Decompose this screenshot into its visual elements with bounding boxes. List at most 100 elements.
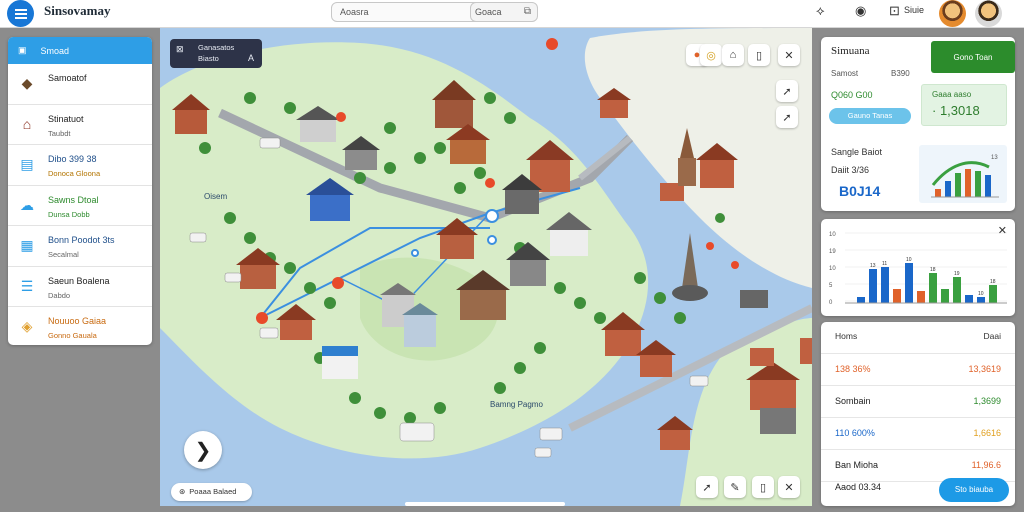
- header-label: Siuie: [904, 5, 925, 15]
- bar-chart: 10 19 10 5 0 13 11 10 18 19 10 18: [829, 232, 1007, 306]
- table-row[interactable]: Sombain 1,3699: [821, 386, 1015, 418]
- sidebar-item[interactable]: ☰ Saeun Boalena Dabdo: [8, 267, 152, 307]
- sidebar-item[interactable]: ▤ Dibo 399 38 Donoca Gloona: [8, 145, 152, 186]
- table-row-value: 11,96.6: [971, 460, 1001, 470]
- table-footer-label: Aaod 03.34: [835, 482, 882, 492]
- highlight-value: · 1,3018: [932, 103, 980, 118]
- layers-icon: ◈: [21, 318, 33, 334]
- bar-label: 18: [930, 267, 936, 273]
- table-row[interactable]: 110 600% 1,6616: [821, 418, 1015, 450]
- navigate-icon-2[interactable]: ➚: [776, 106, 798, 128]
- close-icon-bottom[interactable]: ✕: [778, 476, 800, 498]
- play-button[interactable]: ❯: [184, 431, 222, 469]
- sidebar-item-sublabel: Dabdo: [48, 290, 71, 300]
- sidebar-item[interactable]: ☁ Sawns Dtoal Dunsa Dobb: [8, 186, 152, 226]
- bar-chart-panel: 10 19 10 5 0 13 11 10 18 19 10 18 ✕: [821, 219, 1015, 316]
- hamburger-icon: [14, 12, 27, 15]
- map-scrollbar[interactable]: [405, 502, 565, 506]
- table-row-value: 1,3699: [973, 396, 1001, 406]
- close-icon[interactable]: ✕: [778, 44, 800, 66]
- location-card-badge: A: [247, 53, 254, 63]
- bar: [869, 269, 877, 303]
- sidebar-header-label: Smoad: [40, 45, 70, 56]
- compass-icon[interactable]: ◉: [855, 3, 866, 19]
- top-bar: Sinsovamay Aoasra Goaca ⧉ ⟡ ◉ ⊡ Siuie: [0, 0, 1024, 28]
- map-place-label: Oisem: [204, 192, 228, 201]
- highlight-box: Gaaa aaso · 1,3018: [921, 84, 1007, 126]
- location-card[interactable]: ⊠ Ganasatos Biasto A: [170, 39, 262, 68]
- sidebar-header[interactable]: ▣ Smoad: [8, 37, 152, 64]
- navigate-icon-bottom[interactable]: ➚: [696, 476, 718, 498]
- map-pill-button[interactable]: ⊛ Poaaa Balaed: [171, 483, 252, 501]
- app-title: Sinsovamay: [44, 3, 111, 18]
- blue-action-button[interactable]: Gauno Tanas: [829, 108, 911, 124]
- puzzle-icon[interactable]: ⟡: [816, 3, 825, 19]
- table-row-key: Ban Mioha: [835, 460, 879, 470]
- avatar[interactable]: [939, 0, 966, 27]
- bookmark-icon[interactable]: ▯: [748, 44, 770, 66]
- tower-2: [682, 233, 698, 288]
- sidebar-item[interactable]: ◆ Samoatof: [8, 64, 152, 105]
- table-row-value: 13,3619: [968, 364, 1001, 374]
- sidebar-item-sublabel: Donoca Gloona: [48, 169, 101, 178]
- summary-title: Simuana: [831, 45, 870, 57]
- table-row-value: 1,6616: [973, 428, 1001, 438]
- map-view[interactable]: ⊠ Ganasatos Biasto A Oisem Bamng Pagmo ●…: [160, 28, 812, 506]
- mini-chart-label: 13: [991, 155, 998, 161]
- map-place-label: Bamng Pagmo: [490, 400, 543, 409]
- pencil-icon[interactable]: ✎: [724, 476, 746, 498]
- sidebar-item[interactable]: ⌂ Stinatuot Taubdt: [8, 105, 152, 145]
- bar: [917, 291, 925, 303]
- navigate-icon[interactable]: ➚: [776, 80, 798, 102]
- table-footer-button[interactable]: Sto biauba: [939, 478, 1009, 502]
- play-icon: ❯: [194, 439, 212, 462]
- search-button[interactable]: Goaca ⧉: [470, 2, 538, 22]
- camera-icon[interactable]: ◎: [700, 44, 722, 66]
- section-label: Sangle Baiot: [831, 147, 883, 157]
- close-icon[interactable]: ✕: [998, 224, 1007, 237]
- map-icon: ⊠: [176, 44, 184, 54]
- avatar-secondary[interactable]: [975, 0, 1002, 27]
- y-tick-label: 5: [829, 283, 833, 289]
- highlight-label: Gaaa aaso: [932, 90, 972, 99]
- sidebar-item-sublabel: Taubdt: [48, 128, 71, 138]
- summary-panel: Simuana Gono Toan Samost B390 Q060 G00 G…: [821, 37, 1015, 211]
- sidebar-item-label: Saeun Boalena: [48, 275, 110, 286]
- sidebar-item-sublabel: Dunsa Dobb: [48, 209, 90, 219]
- bar-label: 19: [954, 271, 960, 277]
- bar: [953, 277, 961, 303]
- big-value: B0J14: [839, 183, 881, 199]
- table-row-key: 138 36%: [835, 364, 871, 374]
- sidebar-item-label: Samoatof: [48, 73, 87, 83]
- house-icon: ⌂: [22, 115, 32, 132]
- tag-icon[interactable]: ⌂: [722, 44, 744, 66]
- sidebar: ▣ Smoad ◆ Samoatof ⌂ Stinatuot Taubdt ▤ Dibo 3…: [8, 37, 152, 345]
- sidebar-item[interactable]: ◈ Nouuoo Gaiaa Gonno Gauala: [8, 307, 152, 345]
- box-icon: ◆: [21, 75, 33, 91]
- y-tick-label: 0: [829, 300, 833, 306]
- copy-icon[interactable]: ⧉: [524, 6, 531, 17]
- stats-table-panel: Homs Daai 138 36% 13,3619 Sombain 1,3699 110…: [821, 322, 1015, 506]
- export-icon[interactable]: ⊡: [889, 3, 900, 19]
- summary-sub-label: Samost: [831, 69, 859, 78]
- location-card-subtitle: Biasto: [198, 54, 219, 63]
- sidebar-item-sublabel: Gonno Gauala: [48, 331, 97, 340]
- location-card-title: Ganasatos: [198, 43, 235, 52]
- bar: [893, 289, 901, 303]
- bookmark-icon-bottom[interactable]: ▯: [752, 476, 774, 498]
- sidebar-item-label: Bonn Poodot 3ts: [48, 235, 115, 245]
- table-row[interactable]: 138 36% 13,3619: [821, 354, 1015, 386]
- layers-icon: ⊛: [179, 487, 186, 496]
- summary-green-value: Q060 G00: [831, 90, 873, 100]
- sidebar-item[interactable]: ▦ Bonn Poodot 3ts Secalmal: [8, 226, 152, 267]
- list-icon: ☰: [20, 277, 34, 294]
- green-action-button[interactable]: Gono Toan: [931, 41, 1015, 73]
- bar: [881, 267, 889, 303]
- bar: [941, 289, 949, 303]
- map-canvas[interactable]: [160, 28, 812, 506]
- y-tick-label: 19: [829, 249, 836, 255]
- bar: [857, 297, 865, 303]
- y-tick-label: 10: [829, 232, 836, 238]
- menu-button[interactable]: [7, 0, 34, 27]
- table-header-right: Daai: [983, 331, 1001, 341]
